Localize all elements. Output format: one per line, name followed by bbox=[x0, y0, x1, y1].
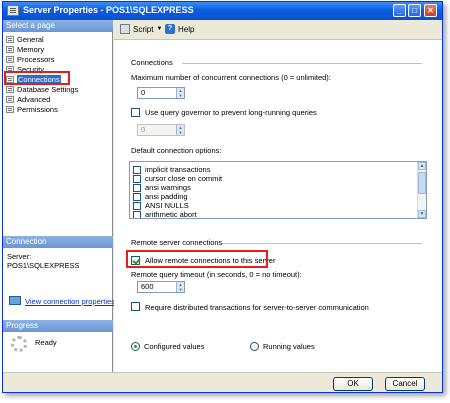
scroll-up-icon[interactable]: ▲ bbox=[418, 162, 426, 170]
option-checkbox[interactable] bbox=[133, 165, 141, 174]
minimize-button[interactable]: _ bbox=[393, 4, 406, 17]
connection-options-list[interactable]: implicit transactions cursor close on co… bbox=[129, 161, 427, 219]
allow-remote-highlight-box bbox=[126, 250, 268, 268]
close-button[interactable]: ✕ bbox=[424, 4, 437, 17]
left-pane: Select a page General Memory Processors … bbox=[3, 20, 115, 372]
page-item-label: Memory bbox=[17, 44, 45, 54]
chevron-down-icon[interactable]: ▼ bbox=[156, 26, 162, 32]
options-scrollbar[interactable]: ▲ ▼ bbox=[417, 162, 426, 218]
script-button[interactable]: Script ▼ bbox=[120, 24, 162, 34]
connections-highlight-box bbox=[4, 71, 70, 85]
list-item[interactable]: ansi warnings bbox=[133, 183, 191, 192]
query-governor-label: Use query governor to prevent long-runni… bbox=[145, 108, 317, 117]
cancel-button[interactable]: Cancel bbox=[385, 377, 425, 391]
configured-values-radio[interactable] bbox=[131, 342, 140, 351]
connection-properties-icon bbox=[9, 296, 21, 305]
option-checkbox[interactable] bbox=[133, 210, 141, 218]
option-label: ansi warnings bbox=[145, 183, 191, 192]
page-item-permissions[interactable]: Permissions bbox=[6, 104, 58, 114]
page-item-general[interactable]: General bbox=[6, 34, 44, 44]
remote-timeout-value: 600 bbox=[141, 282, 154, 291]
option-checkbox[interactable] bbox=[133, 192, 141, 201]
connection-header: Connection bbox=[3, 236, 113, 248]
toolbar: Script ▼ ? Help bbox=[114, 20, 442, 40]
group-divider bbox=[182, 63, 422, 64]
max-connections-value: 0 bbox=[141, 88, 146, 97]
option-checkbox[interactable] bbox=[133, 201, 141, 210]
page-icon bbox=[6, 95, 14, 103]
page-item-database-settings[interactable]: Database Settings bbox=[6, 84, 78, 94]
option-checkbox[interactable] bbox=[133, 183, 141, 192]
window-title: Server Properties - POS1\SQLEXPRESS bbox=[23, 5, 194, 15]
running-values-label: Running values bbox=[263, 342, 315, 351]
dialog-footer: OK Cancel bbox=[3, 372, 442, 392]
scroll-down-icon[interactable]: ▼ bbox=[418, 210, 426, 218]
scroll-thumb[interactable] bbox=[418, 172, 426, 194]
progress-header: Progress bbox=[3, 320, 113, 332]
server-properties-window: Server Properties - POS1\SQLEXPRESS _ □ … bbox=[2, 1, 443, 393]
group-divider bbox=[222, 243, 422, 244]
query-governor-stepper[interactable]: 0 ▲ ▼ bbox=[137, 124, 185, 136]
page-icon bbox=[6, 45, 14, 53]
option-label: ansi padding bbox=[145, 192, 188, 201]
page-icon bbox=[6, 105, 14, 113]
page-icon bbox=[6, 35, 14, 43]
page-item-label: Advanced bbox=[17, 94, 51, 104]
stepper-buttons[interactable]: ▲ ▼ bbox=[176, 88, 184, 98]
remote-timeout-stepper[interactable]: 600 ▲ ▼ bbox=[137, 281, 185, 293]
right-pane: Script ▼ ? Help Connections Maximum numb… bbox=[114, 20, 442, 372]
select-page-header: Select a page bbox=[3, 20, 113, 32]
page-icon bbox=[6, 85, 14, 93]
list-item[interactable]: arithmetic abort bbox=[133, 210, 197, 219]
stepper-buttons[interactable]: ▲ ▼ bbox=[176, 125, 184, 135]
server-value: POS1\SQLEXPRESS bbox=[7, 261, 80, 270]
list-item[interactable]: cursor close on commit bbox=[133, 174, 222, 183]
window-app-icon bbox=[7, 5, 19, 16]
list-item[interactable]: ansi padding bbox=[133, 192, 188, 201]
max-connections-stepper[interactable]: 0 ▲ ▼ bbox=[137, 87, 185, 99]
script-icon bbox=[120, 24, 130, 34]
view-connection-properties-link[interactable]: View connection properties bbox=[25, 297, 115, 306]
page-item-label: Permissions bbox=[17, 104, 58, 114]
configured-values-label: Configured values bbox=[144, 342, 205, 351]
query-governor-value: 0 bbox=[141, 125, 146, 134]
page-item-advanced[interactable]: Advanced bbox=[6, 94, 50, 104]
default-options-label: Default connection options: bbox=[131, 146, 222, 155]
script-label: Script bbox=[133, 24, 154, 34]
list-item[interactable]: implicit transactions bbox=[133, 165, 210, 174]
title-bar[interactable]: Server Properties - POS1\SQLEXPRESS _ □ … bbox=[3, 2, 442, 20]
progress-status: Ready bbox=[35, 338, 57, 347]
remote-group-label: Remote server connections bbox=[131, 238, 223, 247]
list-item[interactable]: ANSI NULLS bbox=[133, 201, 189, 210]
page-item-label: General bbox=[17, 34, 44, 44]
option-label: cursor close on commit bbox=[145, 174, 223, 183]
progress-spinner-icon bbox=[11, 336, 27, 352]
option-label: implicit transactions bbox=[145, 165, 211, 174]
ok-button[interactable]: OK bbox=[333, 377, 373, 391]
help-icon: ? bbox=[165, 24, 175, 34]
server-label: Server: bbox=[7, 252, 32, 261]
maximize-button[interactable]: □ bbox=[408, 4, 421, 17]
remote-timeout-label: Remote query timeout (in seconds, 0 = no… bbox=[131, 270, 302, 279]
page-icon bbox=[6, 55, 14, 63]
page-item-label: Processors bbox=[17, 54, 55, 64]
option-label: ANSI NULLS bbox=[145, 201, 189, 210]
page-item-memory[interactable]: Memory bbox=[6, 44, 44, 54]
page-item-processors[interactable]: Processors bbox=[6, 54, 55, 64]
max-connections-label: Maximum number of concurrent connections… bbox=[131, 73, 331, 82]
page-item-label: Database Settings bbox=[17, 84, 79, 94]
option-checkbox[interactable] bbox=[133, 174, 141, 183]
stepper-buttons[interactable]: ▲ ▼ bbox=[176, 282, 184, 292]
distributed-transactions-label: Require distributed transactions for ser… bbox=[145, 303, 369, 312]
option-label: arithmetic abort bbox=[145, 210, 197, 219]
distributed-transactions-checkbox[interactable] bbox=[131, 302, 140, 311]
query-governor-checkbox[interactable] bbox=[131, 108, 140, 117]
connections-group-label: Connections bbox=[131, 58, 173, 67]
running-values-radio[interactable] bbox=[250, 342, 259, 351]
help-button[interactable]: ? Help bbox=[165, 24, 194, 34]
help-label: Help bbox=[178, 24, 195, 34]
